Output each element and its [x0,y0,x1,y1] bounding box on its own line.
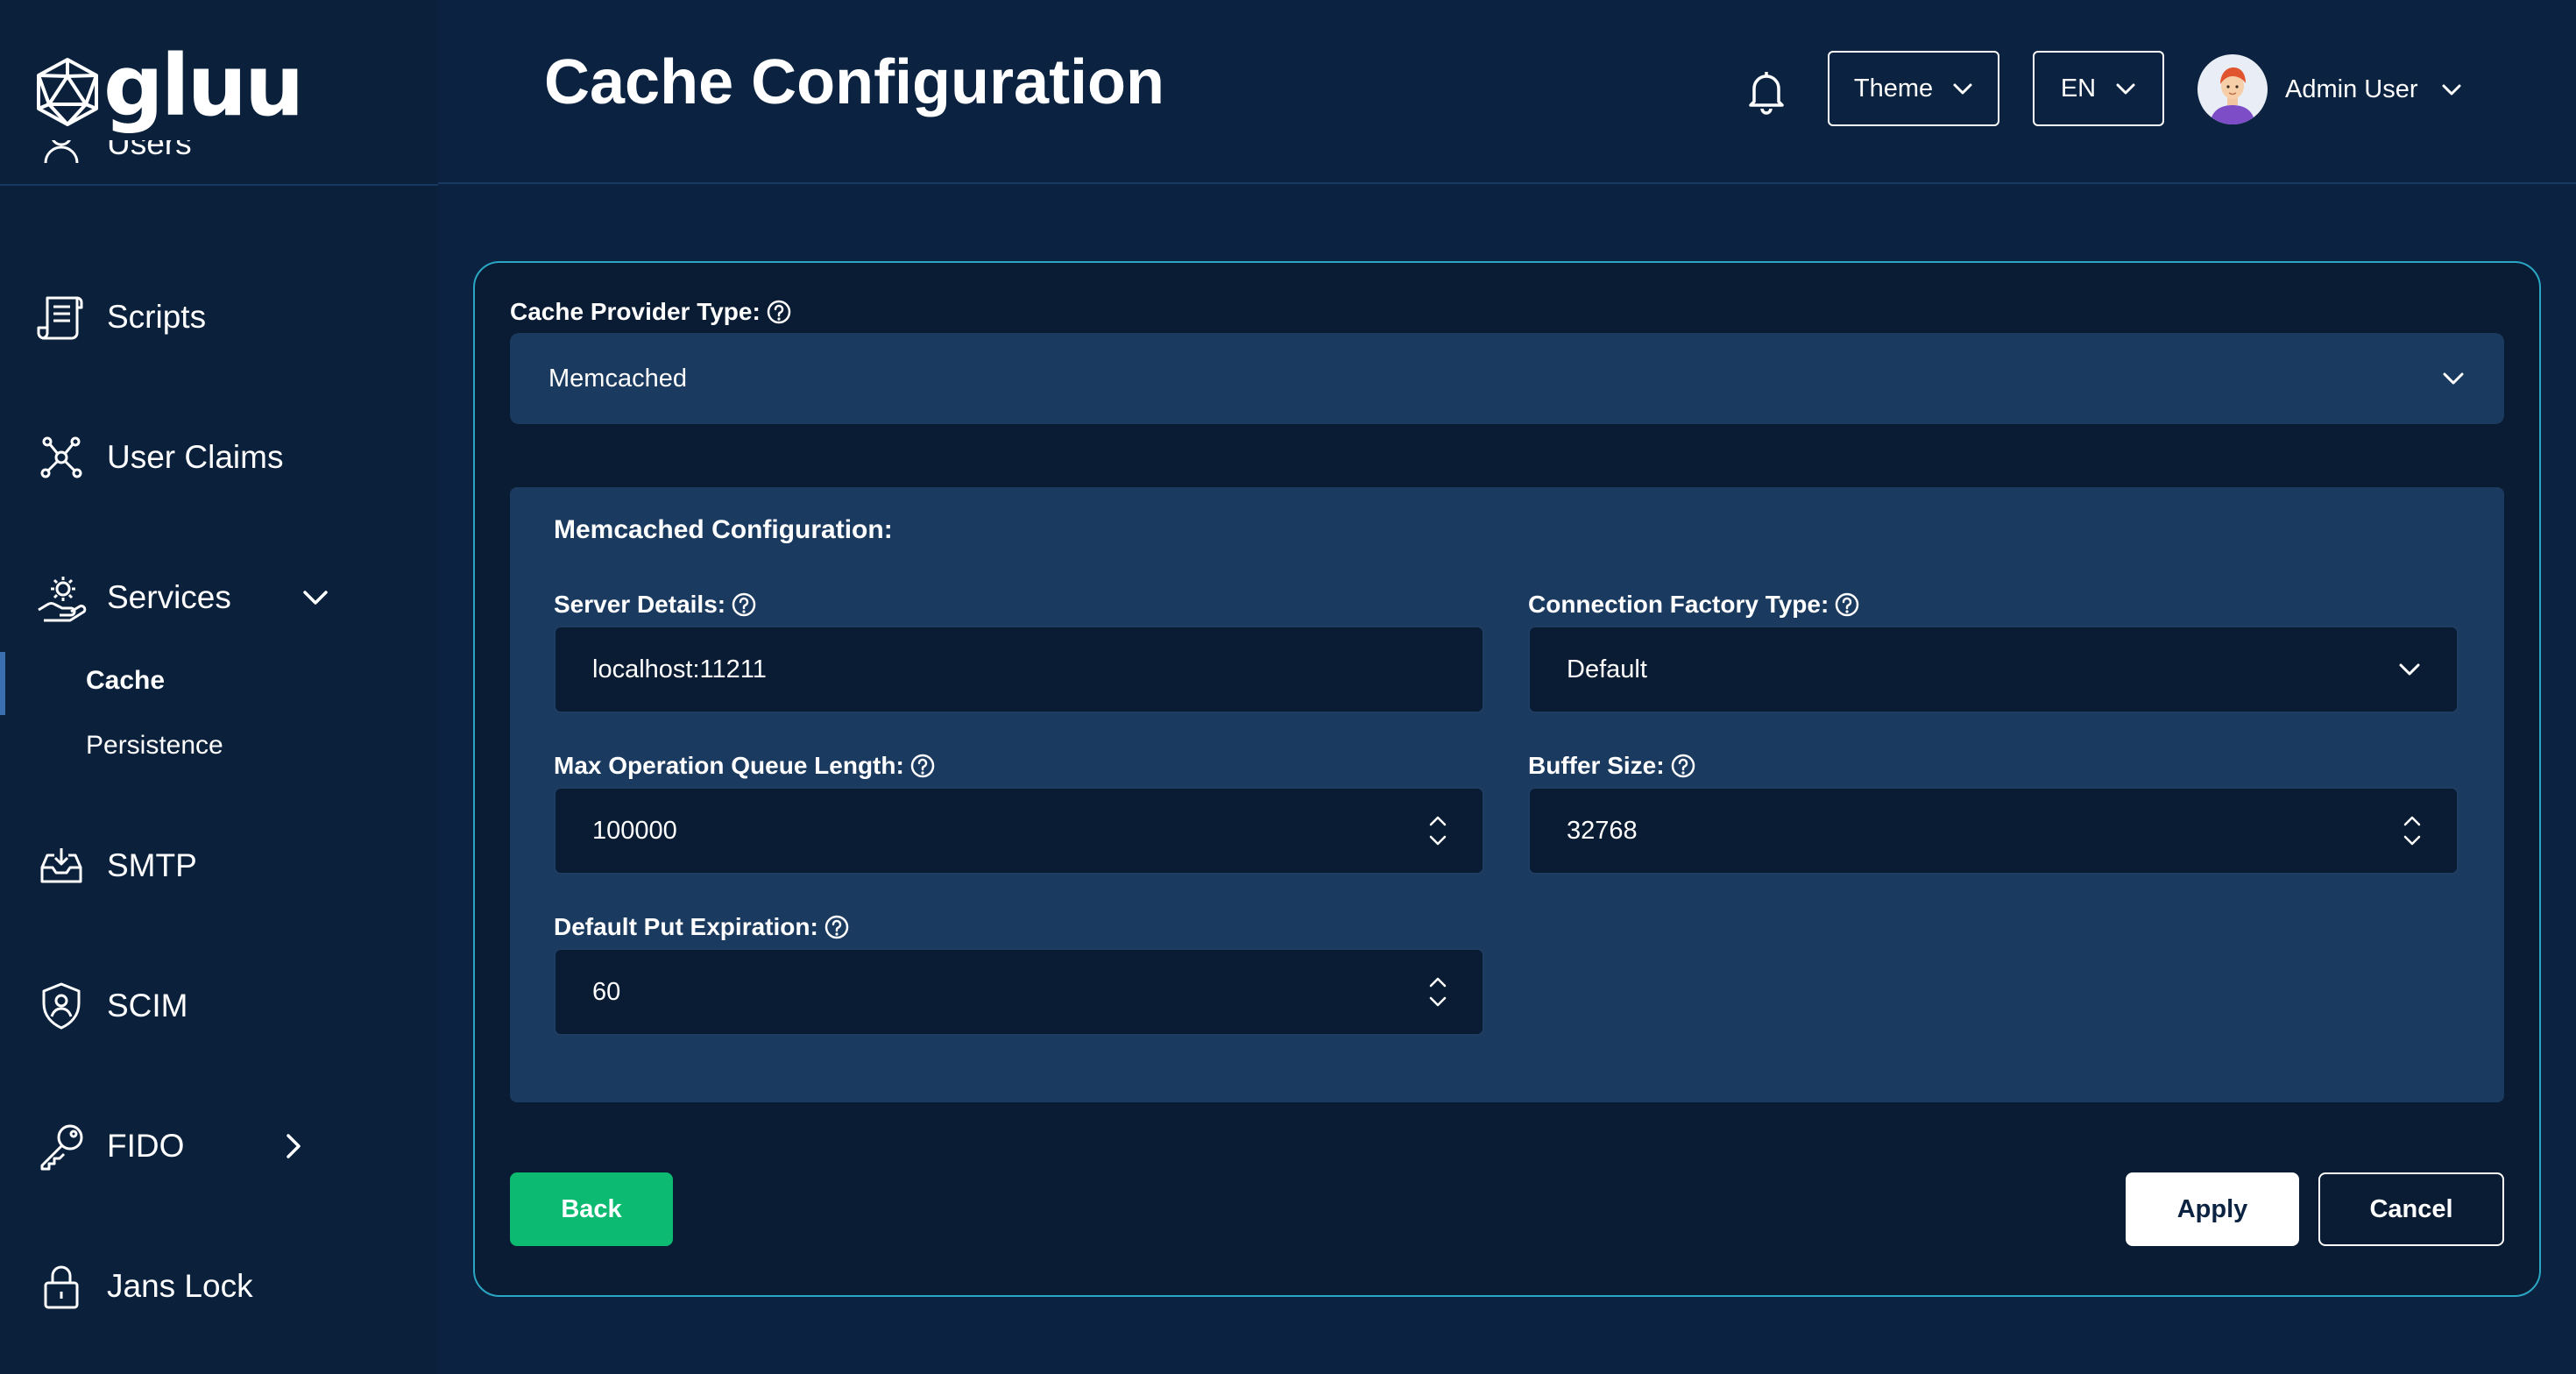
language-dropdown[interactable]: EN [2033,51,2164,126]
theme-label: Theme [1853,74,1934,103]
sidebar-item-label: SCIM [107,988,188,1023]
chevron-up-icon[interactable] [2403,815,2422,827]
services-icon [35,571,88,624]
sidebar-item-label: Services [107,579,231,615]
sidebar-item-label: Jans Lock [107,1268,253,1304]
default-put-expiration-label: Default Put Expiration: [554,913,850,941]
user-shield-icon [35,980,88,1032]
cancel-button[interactable]: Cancel [2318,1172,2504,1246]
user-menu[interactable]: Admin User [2197,54,2462,124]
sidebar-item-label: SMTP [107,847,197,883]
server-details-label-text: Server Details: [554,591,726,618]
page-title: Cache Configuration [544,47,1165,117]
brand-name: gluu [103,37,304,135]
help-icon[interactable] [1834,591,1860,618]
sidebar-subitem-persistence[interactable]: Persistence [86,731,223,761]
lock-icon [35,1260,88,1313]
key-icon [35,1120,88,1172]
sidebar: gluu Users Scripts User Claims Services … [0,0,438,1374]
sidebar-item-user-claims[interactable]: User Claims [35,422,283,492]
chevron-down-icon [2442,84,2460,96]
provider-type-value: Memcached [548,364,687,393]
avatar [2197,54,2268,124]
help-icon[interactable] [909,753,936,779]
server-details-value: localhost:11211 [592,655,767,683]
chevron-up-icon[interactable] [1428,815,1447,827]
help-icon[interactable] [731,591,757,618]
default-put-expiration-value: 60 [592,977,621,1006]
inbox-icon [35,839,88,892]
gluu-logo[interactable]: gluu [35,44,304,128]
header-divider [438,182,2576,184]
chevron-down-icon [2399,663,2420,676]
buffer-size-label: Buffer Size: [1528,752,1696,780]
help-icon[interactable] [824,914,850,940]
apply-button[interactable]: Apply [2126,1172,2299,1246]
default-put-expiration-input[interactable]: 60 [554,948,1484,1036]
max-queue-label: Max Operation Queue Length: [554,752,936,780]
sidebar-item-label: User Claims [107,439,284,475]
active-indicator [0,652,5,715]
chevron-down-icon[interactable] [2403,834,2422,846]
chevron-down-icon [2443,372,2464,385]
buffer-size-label-text: Buffer Size: [1528,752,1665,779]
sidebar-subitem-cache[interactable]: Cache [86,666,165,696]
sidebar-item-jans-lock[interactable]: Jans Lock [35,1251,253,1321]
server-details-label: Server Details: [554,591,757,619]
max-queue-label-text: Max Operation Queue Length: [554,752,904,779]
provider-type-label-text: Cache Provider Type: [510,298,761,325]
sidebar-item-label: Scripts [107,299,207,335]
chevron-down-icon[interactable] [1428,834,1447,846]
help-icon[interactable] [766,299,792,325]
connection-factory-label-text: Connection Factory Type: [1528,591,1829,618]
number-stepper[interactable] [1428,976,1447,1008]
sidebar-item-scripts[interactable]: Scripts [35,282,206,352]
provider-type-label: Cache Provider Type: [510,298,792,326]
user-name: Admin User [2285,74,2418,103]
script-icon [35,291,88,344]
chevron-down-icon[interactable] [301,585,329,610]
sidebar-item-scim[interactable]: SCIM [35,971,188,1041]
connection-factory-value: Default [1567,655,1647,683]
claims-icon [35,431,88,484]
chevron-right-icon[interactable] [280,1132,305,1160]
chevron-up-icon[interactable] [1428,976,1447,988]
sidebar-item-users-partial[interactable]: Users [0,140,438,186]
sidebar-item-label: FIDO [107,1128,185,1164]
default-put-expiration-label-text: Default Put Expiration: [554,913,818,940]
bell-icon[interactable] [1742,67,1791,116]
server-details-input[interactable]: localhost:11211 [554,626,1484,713]
chevron-down-icon [1953,83,1972,95]
sidebar-item-label: Users [107,140,192,161]
language-label: EN [2060,74,2097,103]
theme-dropdown[interactable]: Theme [1828,51,1999,126]
back-button[interactable]: Back [510,1172,673,1246]
chevron-down-icon [2116,83,2135,95]
sidebar-item-services[interactable]: Services [35,563,231,633]
chevron-down-icon[interactable] [1428,995,1447,1008]
buffer-size-value: 32768 [1567,816,1638,845]
connection-factory-label: Connection Factory Type: [1528,591,1860,619]
max-queue-value: 100000 [592,816,677,845]
polyhedron-icon [37,58,98,126]
sidebar-item-fido[interactable]: FIDO [35,1111,184,1181]
max-queue-input[interactable]: 100000 [554,787,1484,875]
sidebar-item-smtp[interactable]: SMTP [35,831,197,901]
number-stepper[interactable] [2403,815,2422,846]
connection-factory-select[interactable]: Default [1528,626,2459,713]
help-icon[interactable] [1670,753,1696,779]
provider-type-select[interactable]: Memcached [510,333,2504,424]
buffer-size-input[interactable]: 32768 [1528,787,2459,875]
section-title: Memcached Configuration: [554,515,893,544]
number-stepper[interactable] [1428,815,1447,846]
users-icon [35,140,88,170]
